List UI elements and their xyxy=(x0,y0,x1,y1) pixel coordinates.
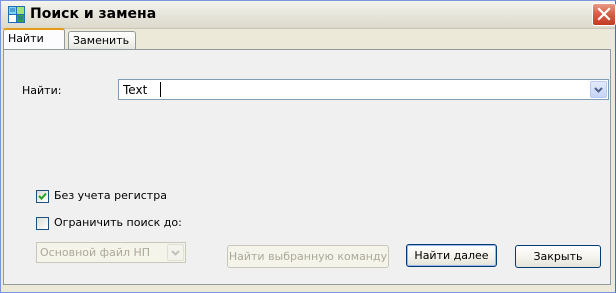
find-input-value: Text xyxy=(123,83,148,97)
dialog-title: Поиск и замена xyxy=(30,6,157,22)
search-scope-select: Основной файл НП xyxy=(36,242,186,263)
close-button[interactable]: Закрыть xyxy=(515,245,601,268)
find-history-dropdown-button[interactable] xyxy=(590,81,607,98)
search-scope-dropdown-button xyxy=(167,244,184,261)
find-input[interactable]: Text xyxy=(118,79,609,100)
close-icon xyxy=(597,7,611,21)
find-next-button[interactable]: Найти далее xyxy=(406,244,497,267)
find-label: Найти: xyxy=(22,84,62,97)
checkmark-icon xyxy=(38,192,47,200)
text-caret xyxy=(160,82,161,97)
chevron-down-icon xyxy=(594,87,603,93)
app-icon xyxy=(8,6,25,23)
tab-replace[interactable]: Заменить xyxy=(68,31,136,49)
tab-find[interactable]: Найти xyxy=(3,28,65,49)
close-window-button[interactable] xyxy=(592,3,616,26)
tab-replace-label: Заменить xyxy=(73,34,130,47)
limit-search-checkbox[interactable] xyxy=(36,217,49,230)
tab-find-label: Найти xyxy=(8,32,44,45)
find-selected-command-button: Найти выбранную команду xyxy=(227,245,389,268)
chevron-down-icon xyxy=(171,250,180,256)
ignore-case-label: Без учета регистра xyxy=(54,189,167,202)
ignore-case-checkbox[interactable] xyxy=(36,190,49,203)
search-scope-value: Основной файл НП xyxy=(40,246,151,259)
title-bar[interactable]: Поиск и замена xyxy=(1,1,616,29)
tab-strip: Найти Заменить xyxy=(3,28,615,49)
limit-search-label: Ограничить поиск до: xyxy=(54,216,182,229)
find-replace-dialog: Поиск и замена Найти Заменить Найти: Tex… xyxy=(0,0,616,293)
